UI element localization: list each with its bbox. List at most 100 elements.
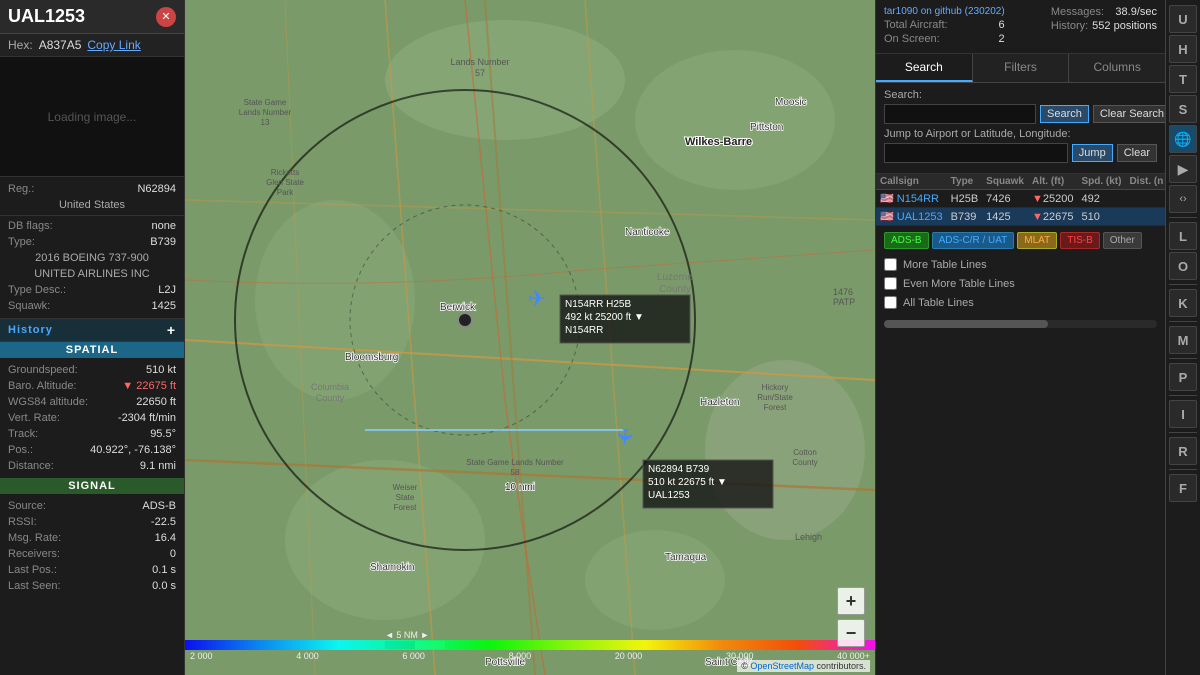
tag-adsb[interactable]: ADS-B	[884, 232, 929, 249]
signal-label: SIGNAL	[68, 480, 116, 492]
history-section-header[interactable]: History +	[0, 318, 184, 342]
more-lines-checkbox[interactable]	[884, 258, 897, 271]
groundspeed-value: 510 kt	[88, 364, 176, 376]
nav-btn-M[interactable]: M	[1169, 326, 1197, 354]
nav-btn-F[interactable]: F	[1169, 474, 1197, 502]
clear-jump-button[interactable]: Clear	[1117, 144, 1157, 162]
svg-text:PATP: PATP	[833, 297, 855, 307]
type-desc2-label: Type Desc.:	[8, 284, 88, 296]
jump-input[interactable]	[884, 143, 1068, 163]
rssi-row: RSSI: -22.5	[0, 514, 184, 530]
reg-row: Reg.: N62894	[0, 181, 184, 197]
table-row[interactable]: 🇺🇸 N154RR H25B 7426 ▼25200 492	[876, 190, 1165, 208]
spatial-section-header: SPATIAL	[0, 342, 184, 358]
checkbox-all-lines: All Table Lines	[876, 293, 1165, 312]
scrollbar-thumb[interactable]	[884, 320, 1048, 328]
svg-text:County: County	[792, 458, 817, 467]
source-row: Source: ADS-B	[0, 498, 184, 514]
last-pos-value: 0.1 s	[88, 564, 176, 576]
jump-button[interactable]: Jump	[1072, 144, 1113, 162]
svg-text:Bloomsburg: Bloomsburg	[345, 352, 398, 363]
aircraft-info: Reg.: N62894 United States DB flags: non…	[0, 177, 184, 318]
tab-search[interactable]: Search	[876, 54, 973, 82]
baro-alt-value: ▼ 22675 ft	[88, 380, 176, 392]
tab-filters[interactable]: Filters	[973, 54, 1070, 82]
on-screen-value: 2	[999, 33, 1005, 45]
nav-btn-O[interactable]: O	[1169, 252, 1197, 280]
search-button[interactable]: Search	[1040, 105, 1089, 123]
clear-search-button[interactable]: Clear Search	[1093, 105, 1165, 123]
svg-text:510 kt 22675 ft ▼: 510 kt 22675 ft ▼	[648, 477, 727, 488]
svg-text:Moosic: Moosic	[775, 97, 807, 108]
tag-other[interactable]: Other	[1103, 232, 1142, 249]
type-desc-row: 2016 BOEING 737-900	[0, 250, 184, 266]
squawk-row: Squawk: 1425	[0, 298, 184, 314]
table-header-row: Callsign Type Squawk Alt. (ft) Spd. (kt)…	[876, 174, 1165, 190]
all-lines-checkbox[interactable]	[884, 296, 897, 309]
nav-btn-arrow-right[interactable]: ▶	[1169, 155, 1197, 183]
nav-btn-P[interactable]: P	[1169, 363, 1197, 391]
zoom-out-button[interactable]: −	[837, 619, 865, 647]
tab-bar: Search Filters Columns	[876, 54, 1165, 83]
col-spd: Spd. (kt)	[1077, 174, 1125, 190]
github-link[interactable]: tar1090 on github (230202)	[884, 6, 1005, 19]
col-squawk: Squawk	[982, 174, 1028, 190]
tag-tisb[interactable]: TIS-B	[1060, 232, 1100, 249]
search-section-label: Search:	[884, 89, 1157, 101]
nav-btn-H[interactable]: H	[1169, 35, 1197, 63]
svg-text:1476: 1476	[833, 287, 853, 297]
history-stat-label: History:	[1051, 20, 1088, 32]
nav-btn-globe[interactable]: 🌐	[1169, 125, 1197, 153]
tab-columns[interactable]: Columns	[1069, 54, 1165, 82]
nav-btn-L[interactable]: L	[1169, 222, 1197, 250]
nav-divider-7	[1169, 469, 1197, 470]
close-button[interactable]: ✕	[156, 7, 176, 27]
reg-value: N62894	[88, 183, 176, 195]
svg-text:N62894 B739: N62894 B739	[648, 464, 710, 475]
svg-text:Luzerne: Luzerne	[657, 272, 694, 283]
svg-text:10 nmi: 10 nmi	[505, 482, 535, 493]
map-area[interactable]: ✈ N154RR H25B 492 kt 25200 ft ▼ N154RR ✈…	[185, 0, 875, 675]
tag-mlat[interactable]: MLAT	[1017, 232, 1057, 249]
search-input[interactable]	[884, 104, 1036, 124]
aircraft-n154rr[interactable]: ✈	[528, 286, 546, 311]
svg-text:Hickory: Hickory	[762, 383, 789, 392]
reg-label: Reg.:	[8, 183, 88, 195]
zoom-in-button[interactable]: +	[837, 587, 865, 615]
nav-btn-code[interactable]: ‹›	[1169, 185, 1197, 213]
receivers-label: Receivers:	[8, 548, 88, 560]
track-row: Track: 95.5°	[0, 426, 184, 442]
svg-text:✈: ✈	[611, 426, 638, 447]
table-row[interactable]: 🇺🇸 UAL1253 B739 1425 ▼22675 510	[876, 208, 1165, 226]
db-flags-value: none	[88, 220, 176, 232]
nav-divider-5	[1169, 395, 1197, 396]
nav-btn-U[interactable]: U	[1169, 5, 1197, 33]
nav-btn-I[interactable]: I	[1169, 400, 1197, 428]
aircraft-table-container: Callsign Type Squawk Alt. (ft) Spd. (kt)…	[876, 174, 1165, 226]
copy-link-button[interactable]: Copy Link	[87, 38, 140, 52]
spatial-info: Groundspeed: 510 kt Baro. Altitude: ▼ 22…	[0, 358, 184, 478]
even-more-lines-checkbox[interactable]	[884, 277, 897, 290]
vert-rate-row: Vert. Rate: -2304 ft/min	[0, 410, 184, 426]
nav-btn-S[interactable]: S	[1169, 95, 1197, 123]
last-seen-row: Last Seen: 0.0 s	[0, 578, 184, 594]
hex-value: A837A5	[39, 38, 82, 52]
aircraft-title: UAL1253	[8, 6, 85, 27]
on-screen-label: On Screen:	[884, 33, 940, 45]
svg-text:Lands Number: Lands Number	[239, 108, 292, 117]
source-label: Source:	[8, 500, 88, 512]
nav-btn-K[interactable]: K	[1169, 289, 1197, 317]
nav-btn-T[interactable]: T	[1169, 65, 1197, 93]
signal-section-header: SIGNAL	[0, 478, 184, 494]
wgs84-row: WGS84 altitude: 22650 ft	[0, 394, 184, 410]
tag-adsc[interactable]: ADS-C/R / UAT	[932, 232, 1015, 249]
jump-row: Jump Clear	[884, 143, 1157, 163]
nav-btn-R[interactable]: R	[1169, 437, 1197, 465]
aircraft-ual1253[interactable]: ✈	[611, 426, 638, 447]
distance-row: Distance: 9.1 nmi	[0, 458, 184, 474]
svg-text:Lands Number: Lands Number	[450, 57, 509, 67]
svg-text:County: County	[659, 284, 691, 295]
signal-info: Source: ADS-B RSSI: -22.5 Msg. Rate: 16.…	[0, 494, 184, 598]
col-callsign: Callsign	[876, 174, 947, 190]
nav-divider-6	[1169, 432, 1197, 433]
